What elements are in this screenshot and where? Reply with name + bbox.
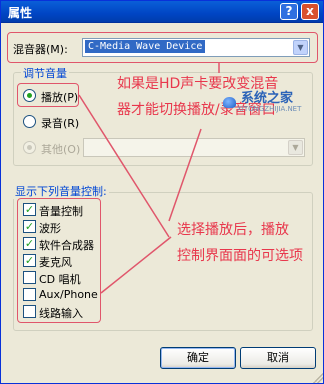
callout-playback-note: 选择播放后，播放 控制界面面的可选项: [177, 217, 303, 269]
watermark-logo: [223, 97, 236, 108]
properties-dialog: 属性 ? x 混音器(M): C-Media Wave Device ▼ 调节音…: [0, 0, 324, 384]
watermark-text: 系统之家: [241, 91, 294, 106]
annotation-connectors: [78, 63, 220, 294]
callout-line: 控制界面面的可选项: [177, 248, 303, 264]
watermark-subtext: XITONGZHIJIA.NET: [237, 105, 302, 113]
callout-line: 选择播放后，播放: [177, 222, 289, 238]
